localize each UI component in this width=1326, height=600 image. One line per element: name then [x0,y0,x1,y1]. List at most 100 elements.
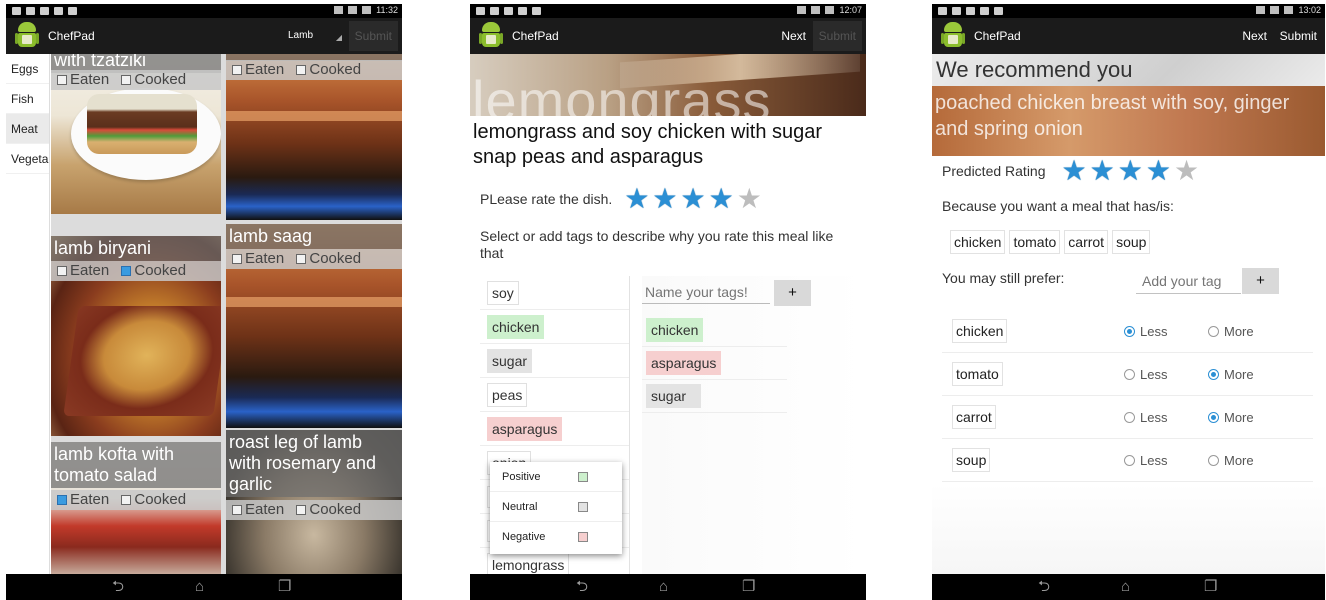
screen-recommendation: 13:02 ChefPad Next Submit We recommend y… [932,4,1325,600]
less-radio[interactable]: Less [1124,324,1167,339]
recipe-title: lamb kofta with tomato salad [51,442,221,488]
star-icon: ★ [1061,155,1087,186]
next-button[interactable]: Next [775,21,812,51]
star-icon[interactable]: ★ [652,184,677,214]
back-icon[interactable]: ⮌ [112,578,124,596]
selected-tag-list: chicken asparagus sugar [642,314,787,413]
action-bar: ChefPad Lamb ◢ Submit [6,18,402,54]
cooked-checkbox[interactable] [121,75,132,85]
star-icon: ★ [1145,155,1171,186]
recipe-tile[interactable]: lamb saag Eaten Cooked [226,224,402,428]
recent-apps-icon[interactable]: ❐ [278,578,291,596]
recipe-checks: Eaten Cooked [226,249,402,269]
menu-item-neutral[interactable]: Neutral [490,492,622,522]
recommended-dish[interactable]: poached chicken breast with soy, ginger … [932,86,1325,156]
app-title: ChefPad [512,29,559,43]
status-right: 12:07 [797,5,862,15]
radio-dot [1208,454,1219,466]
submit-button[interactable]: Submit [348,21,398,51]
eaten-checkbox[interactable] [57,266,67,276]
recipe-tile[interactable]: lamb biryani Eaten Cooked [51,236,221,436]
ingredient-tag[interactable]: lemongrass [487,552,570,574]
rating-row: PLease rate the dish. ★ ★ ★ ★ ★ [480,184,765,214]
next-button[interactable]: Next [1236,21,1273,51]
more-radio[interactable]: More [1208,367,1254,382]
eaten-checkbox[interactable] [57,495,67,505]
grid-column-right: ratatouille Eaten Cooked lamb saag Eaten… [226,54,402,574]
meat-type-dropdown[interactable]: Lamb ◢ [282,21,344,51]
add-tag-input[interactable] [1136,268,1241,294]
more-radio[interactable]: More [1208,410,1254,425]
star-icon[interactable]: ★ [709,184,734,214]
eaten-checkbox[interactable] [232,254,242,264]
selected-tag[interactable]: chicken [646,318,704,342]
recipe-tile[interactable]: lamb kofta with tomato salad Eaten Cooke… [51,442,221,574]
ingredient-tag[interactable]: soy [487,280,519,305]
cooked-checkbox[interactable] [296,65,307,75]
star-icon: ★ [1117,155,1143,186]
eaten-checkbox[interactable] [232,65,242,75]
recommend-heading: We recommend you [932,54,1325,86]
radio-label: Less [1140,452,1168,468]
recipe-tile[interactable]: ratatouille Eaten Cooked [226,54,402,220]
more-radio[interactable]: More [1208,324,1254,339]
more-radio[interactable]: More [1208,453,1254,468]
less-radio[interactable]: Less [1124,453,1167,468]
menu-item-positive[interactable]: Positive [490,462,622,492]
table-row: tomato Less More [942,353,1313,396]
signal-icon [1256,6,1266,14]
selected-tag[interactable]: sugar [646,384,702,408]
category-fish[interactable]: Fish [6,84,49,114]
ingredient-tag[interactable]: chicken [487,314,545,339]
name-tags-input[interactable] [642,280,770,304]
ingredient-tag[interactable]: peas [487,382,528,407]
back-icon[interactable]: ⮌ [1038,578,1050,596]
home-icon[interactable]: ⌂ [659,578,668,596]
category-vegetarian[interactable]: Vegeta [6,144,49,174]
recent-apps-icon[interactable]: ❐ [742,578,755,596]
less-radio[interactable]: Less [1124,410,1167,425]
rate-prompt: PLease rate the dish. [480,191,613,207]
ingredient-tag[interactable]: asparagus [487,416,563,441]
heading-text: We recommend you [936,57,1133,82]
add-tag-button[interactable]: + [774,280,811,306]
submit-button[interactable]: Submit [812,21,862,51]
table-row: carrot Less More [942,396,1313,439]
less-radio[interactable]: Less [1124,367,1167,382]
status-time: 11:32 [376,5,398,15]
screen-meal-browser: 11:32 ChefPad Lamb ◢ Submit Eggs Fish Me… [6,4,402,600]
prefer-text: You may still prefer: [942,270,1065,286]
cooked-checkbox[interactable] [296,505,307,515]
status-time: 12:07 [839,5,862,15]
notification-icons [938,7,1003,15]
submit-button[interactable]: Submit [1274,21,1323,51]
eaten-checkbox[interactable] [232,505,242,515]
star-icon[interactable]: ★ [624,184,649,214]
signal-icon [334,6,344,14]
back-icon[interactable]: ⮌ [576,578,588,596]
cooked-checkbox[interactable] [121,495,132,505]
home-icon[interactable]: ⌂ [1121,578,1130,596]
star-icon[interactable]: ★ [737,184,762,214]
cooked-checkbox[interactable] [296,254,307,264]
recipe-tile[interactable]: roast leg of lamb with rosemary and garl… [226,430,402,574]
menu-item-negative[interactable]: Negative [490,522,622,552]
category-eggs[interactable]: Eggs [6,54,49,84]
recent-apps-icon[interactable]: ❐ [1204,578,1217,596]
home-icon[interactable]: ⌂ [195,578,204,596]
star-icon: ★ [1173,155,1200,186]
eaten-checkbox[interactable] [57,75,67,85]
ingredient-tag[interactable]: sugar [487,348,533,373]
category-meat[interactable]: Meat [6,114,49,144]
recipe-tile[interactable]: with tzatziki Eaten Cooked [51,54,221,214]
preference-tag: soup [952,448,991,472]
eaten-label: Eaten [70,262,110,279]
cooked-checkbox[interactable] [121,266,132,276]
add-tag-button[interactable]: + [1242,268,1279,294]
star-icon: ★ [1089,155,1115,186]
cooked-label: Cooked [134,262,187,279]
radio-label: More [1224,409,1254,425]
app-title: ChefPad [974,29,1021,43]
star-icon[interactable]: ★ [681,184,706,214]
selected-tag[interactable]: asparagus [646,351,722,375]
